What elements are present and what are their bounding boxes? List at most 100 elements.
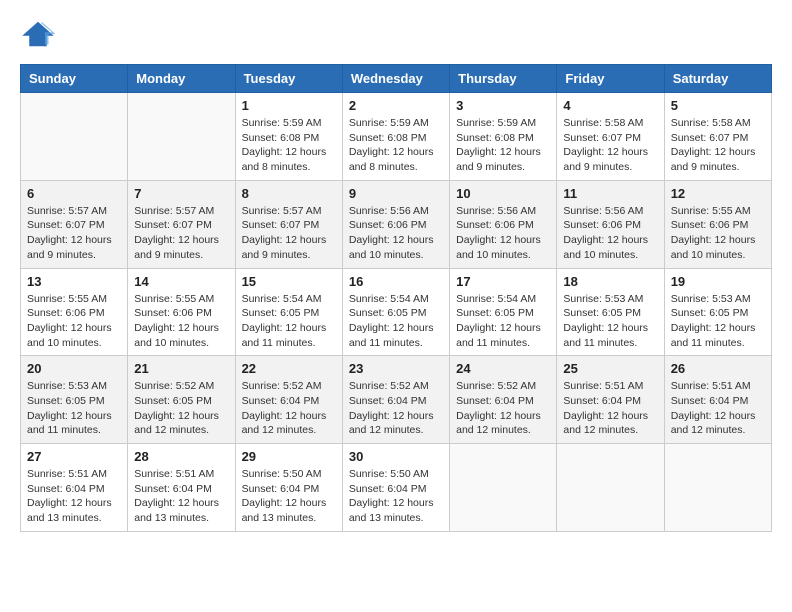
day-info: Sunrise: 5:50 AM Sunset: 6:04 PM Dayligh… bbox=[242, 467, 336, 526]
day-number: 15 bbox=[242, 274, 336, 289]
day-cell: 27 Sunrise: 5:51 AM Sunset: 6:04 PM Dayli… bbox=[21, 444, 128, 532]
day-info: Sunrise: 5:55 AM Sunset: 6:06 PM Dayligh… bbox=[671, 204, 765, 263]
page-header bbox=[20, 20, 772, 48]
day-info: Sunrise: 5:55 AM Sunset: 6:06 PM Dayligh… bbox=[134, 292, 228, 351]
day-info: Sunrise: 5:59 AM Sunset: 6:08 PM Dayligh… bbox=[242, 116, 336, 175]
day-number: 3 bbox=[456, 98, 550, 113]
day-info: Sunrise: 5:56 AM Sunset: 6:06 PM Dayligh… bbox=[456, 204, 550, 263]
day-cell: 24Sunrise: 5:52 AM Sunset: 6:04 PM Dayli… bbox=[450, 356, 557, 444]
week-row-4: 20Sunrise: 5:53 AM Sunset: 6:05 PM Dayli… bbox=[21, 356, 772, 444]
day-cell: 6 Sunrise: 5:57 AM Sunset: 6:07 PM Daylig… bbox=[21, 180, 128, 268]
col-header-sunday: Sunday bbox=[21, 65, 128, 93]
day-cell: 25Sunrise: 5:51 AM Sunset: 6:04 PM Dayli… bbox=[557, 356, 664, 444]
day-info: Sunrise: 5:50 AM Sunset: 6:04 PM Dayligh… bbox=[349, 467, 443, 526]
day-cell: 7 Sunrise: 5:57 AM Sunset: 6:07 PM Daylig… bbox=[128, 180, 235, 268]
day-cell: 13Sunrise: 5:55 AM Sunset: 6:06 PM Dayli… bbox=[21, 268, 128, 356]
day-info: Sunrise: 5:52 AM Sunset: 6:04 PM Dayligh… bbox=[349, 379, 443, 438]
day-cell: 2 Sunrise: 5:59 AM Sunset: 6:08 PM Daylig… bbox=[342, 93, 449, 181]
day-number: 16 bbox=[349, 274, 443, 289]
day-number: 21 bbox=[134, 361, 228, 376]
day-cell: 1 Sunrise: 5:59 AM Sunset: 6:08 PM Daylig… bbox=[235, 93, 342, 181]
day-cell: 21 Sunrise: 5:52 AM Sunset: 6:05 PM Dayli… bbox=[128, 356, 235, 444]
day-info: Sunrise: 5:59 AM Sunset: 6:08 PM Dayligh… bbox=[456, 116, 550, 175]
col-header-thursday: Thursday bbox=[450, 65, 557, 93]
day-cell: 23 Sunrise: 5:52 AM Sunset: 6:04 PM Dayli… bbox=[342, 356, 449, 444]
day-number: 19 bbox=[671, 274, 765, 289]
day-info: Sunrise: 5:56 AM Sunset: 6:06 PM Dayligh… bbox=[563, 204, 657, 263]
day-cell: 16 Sunrise: 5:54 AM Sunset: 6:05 PM Dayli… bbox=[342, 268, 449, 356]
day-number: 4 bbox=[563, 98, 657, 113]
day-info: Sunrise: 5:53 AM Sunset: 6:05 PM Dayligh… bbox=[27, 379, 121, 438]
day-cell: 9 Sunrise: 5:56 AM Sunset: 6:06 PM Daylig… bbox=[342, 180, 449, 268]
day-number: 12 bbox=[671, 186, 765, 201]
day-info: Sunrise: 5:53 AM Sunset: 6:05 PM Dayligh… bbox=[563, 292, 657, 351]
logo bbox=[20, 20, 62, 48]
week-row-1: 1 Sunrise: 5:59 AM Sunset: 6:08 PM Daylig… bbox=[21, 93, 772, 181]
day-cell bbox=[21, 93, 128, 181]
day-cell: 12 Sunrise: 5:55 AM Sunset: 6:06 PM Dayli… bbox=[664, 180, 771, 268]
day-cell: 10 Sunrise: 5:56 AM Sunset: 6:06 PM Dayli… bbox=[450, 180, 557, 268]
week-row-3: 13Sunrise: 5:55 AM Sunset: 6:06 PM Dayli… bbox=[21, 268, 772, 356]
day-info: Sunrise: 5:51 AM Sunset: 6:04 PM Dayligh… bbox=[134, 467, 228, 526]
day-cell bbox=[128, 93, 235, 181]
day-cell: 3 Sunrise: 5:59 AM Sunset: 6:08 PM Daylig… bbox=[450, 93, 557, 181]
day-number: 6 bbox=[27, 186, 121, 201]
day-info: Sunrise: 5:54 AM Sunset: 6:05 PM Dayligh… bbox=[242, 292, 336, 351]
day-info: Sunrise: 5:58 AM Sunset: 6:07 PM Dayligh… bbox=[671, 116, 765, 175]
day-number: 11 bbox=[563, 186, 657, 201]
day-info: Sunrise: 5:52 AM Sunset: 6:04 PM Dayligh… bbox=[242, 379, 336, 438]
day-number: 22 bbox=[242, 361, 336, 376]
day-cell: 20Sunrise: 5:53 AM Sunset: 6:05 PM Dayli… bbox=[21, 356, 128, 444]
day-cell: 22 Sunrise: 5:52 AM Sunset: 6:04 PM Dayli… bbox=[235, 356, 342, 444]
day-number: 10 bbox=[456, 186, 550, 201]
day-cell: 26 Sunrise: 5:51 AM Sunset: 6:04 PM Dayli… bbox=[664, 356, 771, 444]
day-cell: 11 Sunrise: 5:56 AM Sunset: 6:06 PM Dayli… bbox=[557, 180, 664, 268]
day-cell: 29 Sunrise: 5:50 AM Sunset: 6:04 PM Dayli… bbox=[235, 444, 342, 532]
day-info: Sunrise: 5:57 AM Sunset: 6:07 PM Dayligh… bbox=[134, 204, 228, 263]
day-info: Sunrise: 5:57 AM Sunset: 6:07 PM Dayligh… bbox=[27, 204, 121, 263]
day-number: 25 bbox=[563, 361, 657, 376]
week-row-5: 27 Sunrise: 5:51 AM Sunset: 6:04 PM Dayli… bbox=[21, 444, 772, 532]
day-number: 8 bbox=[242, 186, 336, 201]
day-number: 5 bbox=[671, 98, 765, 113]
day-cell: 15 Sunrise: 5:54 AM Sunset: 6:05 PM Dayli… bbox=[235, 268, 342, 356]
day-cell: 30Sunrise: 5:50 AM Sunset: 6:04 PM Dayli… bbox=[342, 444, 449, 532]
day-info: Sunrise: 5:52 AM Sunset: 6:05 PM Dayligh… bbox=[134, 379, 228, 438]
day-number: 18 bbox=[563, 274, 657, 289]
day-info: Sunrise: 5:59 AM Sunset: 6:08 PM Dayligh… bbox=[349, 116, 443, 175]
day-number: 23 bbox=[349, 361, 443, 376]
day-info: Sunrise: 5:54 AM Sunset: 6:05 PM Dayligh… bbox=[349, 292, 443, 351]
day-number: 27 bbox=[27, 449, 121, 464]
day-number: 17 bbox=[456, 274, 550, 289]
day-number: 29 bbox=[242, 449, 336, 464]
day-number: 26 bbox=[671, 361, 765, 376]
col-header-wednesday: Wednesday bbox=[342, 65, 449, 93]
col-header-friday: Friday bbox=[557, 65, 664, 93]
col-header-tuesday: Tuesday bbox=[235, 65, 342, 93]
day-cell: 28 Sunrise: 5:51 AM Sunset: 6:04 PM Dayli… bbox=[128, 444, 235, 532]
day-cell: 8 Sunrise: 5:57 AM Sunset: 6:07 PM Daylig… bbox=[235, 180, 342, 268]
day-number: 24 bbox=[456, 361, 550, 376]
day-cell: 4 Sunrise: 5:58 AM Sunset: 6:07 PM Daylig… bbox=[557, 93, 664, 181]
day-info: Sunrise: 5:54 AM Sunset: 6:05 PM Dayligh… bbox=[456, 292, 550, 351]
col-header-monday: Monday bbox=[128, 65, 235, 93]
day-info: Sunrise: 5:58 AM Sunset: 6:07 PM Dayligh… bbox=[563, 116, 657, 175]
logo-icon bbox=[20, 20, 56, 48]
day-cell: 19Sunrise: 5:53 AM Sunset: 6:05 PM Dayli… bbox=[664, 268, 771, 356]
day-info: Sunrise: 5:56 AM Sunset: 6:06 PM Dayligh… bbox=[349, 204, 443, 263]
day-number: 7 bbox=[134, 186, 228, 201]
day-number: 1 bbox=[242, 98, 336, 113]
day-info: Sunrise: 5:55 AM Sunset: 6:06 PM Dayligh… bbox=[27, 292, 121, 351]
day-number: 2 bbox=[349, 98, 443, 113]
day-number: 28 bbox=[134, 449, 228, 464]
day-cell bbox=[664, 444, 771, 532]
day-info: Sunrise: 5:51 AM Sunset: 6:04 PM Dayligh… bbox=[27, 467, 121, 526]
day-cell: 17 Sunrise: 5:54 AM Sunset: 6:05 PM Dayli… bbox=[450, 268, 557, 356]
day-cell: 14 Sunrise: 5:55 AM Sunset: 6:06 PM Dayli… bbox=[128, 268, 235, 356]
day-info: Sunrise: 5:51 AM Sunset: 6:04 PM Dayligh… bbox=[671, 379, 765, 438]
day-number: 14 bbox=[134, 274, 228, 289]
day-info: Sunrise: 5:57 AM Sunset: 6:07 PM Dayligh… bbox=[242, 204, 336, 263]
day-cell: 18 Sunrise: 5:53 AM Sunset: 6:05 PM Dayli… bbox=[557, 268, 664, 356]
week-row-2: 6 Sunrise: 5:57 AM Sunset: 6:07 PM Daylig… bbox=[21, 180, 772, 268]
day-number: 9 bbox=[349, 186, 443, 201]
